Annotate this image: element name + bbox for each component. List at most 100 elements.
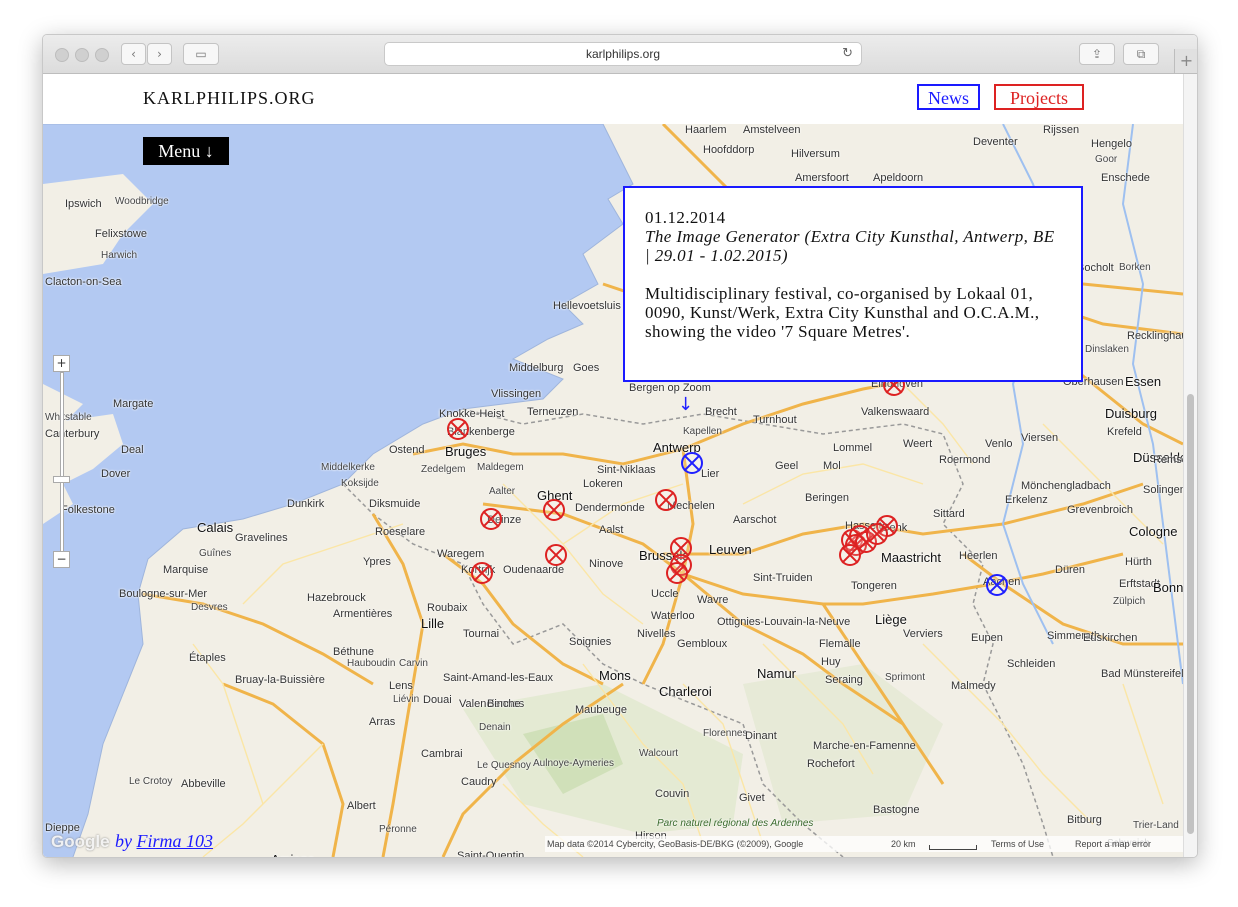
- map-label: Ypres: [363, 556, 391, 568]
- site-title[interactable]: KARLPHILIPS.ORG: [143, 88, 316, 109]
- map-label: Albert: [347, 800, 376, 812]
- zoom-out-button[interactable]: −: [53, 551, 70, 568]
- back-icon[interactable]: ‹: [121, 43, 146, 65]
- sidebar-icon[interactable]: ▭: [183, 43, 219, 65]
- map-label: Sint-Truiden: [753, 572, 813, 584]
- map-label: Saint-Quentin: [457, 850, 525, 857]
- map-label: Arras: [369, 716, 396, 728]
- map-label: Vlissingen: [491, 388, 542, 400]
- close-window-button[interactable]: [55, 48, 69, 62]
- project-marker-icon[interactable]: [666, 562, 688, 584]
- news-marker-icon[interactable]: [986, 574, 1008, 596]
- address-bar[interactable]: karlphilips.org ↻: [384, 42, 862, 66]
- map-label: Maubeuge: [575, 704, 627, 716]
- map-label: Malmedy: [951, 680, 996, 692]
- project-marker-icon[interactable]: [447, 418, 469, 440]
- url-text: karlphilips.org: [585, 47, 661, 61]
- map-label: Roermond: [939, 454, 991, 466]
- map-label: Whitstable: [45, 412, 92, 423]
- map-label: Euskirchen: [1083, 632, 1138, 644]
- scrollbar-thumb[interactable]: [1187, 394, 1194, 834]
- popup-title[interactable]: The Image Generator (Extra City Kunsthal…: [645, 227, 1061, 265]
- map-label: Hauboudin: [347, 658, 396, 669]
- map-label: Maastricht: [881, 550, 941, 565]
- map-label: Aalst: [599, 524, 624, 536]
- map-label: Soignies: [569, 636, 612, 648]
- project-marker-icon[interactable]: [543, 499, 565, 521]
- map-label: Sittard: [933, 508, 965, 520]
- map-label: Walcourt: [639, 748, 679, 759]
- news-popup[interactable]: 01.12.2014 The Image Generator (Extra Ci…: [623, 186, 1083, 382]
- terms-of-use-link[interactable]: Terms of Use: [991, 836, 1044, 852]
- news-marker-icon[interactable]: [681, 452, 703, 474]
- map-label: Binche: [487, 698, 521, 710]
- map-label: Calais: [197, 520, 234, 535]
- map-label: Weert: [903, 438, 933, 450]
- map-label: Lille: [421, 616, 445, 631]
- map-label: Hengelo: [1091, 138, 1132, 150]
- map-label: Valkenswaard: [861, 406, 930, 418]
- map-label: Heerlen: [959, 550, 998, 562]
- map-label: Trier-Land: [1133, 820, 1179, 831]
- map-label: Liège: [875, 612, 907, 627]
- browser-toolbar: ‹ › ▭ karlphilips.org ↻ ⇪ ⧉ +: [43, 35, 1197, 74]
- map-label: Charleroi: [659, 684, 712, 699]
- map-label: Sint-Niklaas: [597, 464, 656, 476]
- project-marker-icon[interactable]: [866, 523, 888, 545]
- map-label: Maldegem: [477, 462, 524, 473]
- map-label: Hoofddorp: [703, 144, 755, 156]
- browser-window: ‹ › ▭ karlphilips.org ↻ ⇪ ⧉ + KARLPHILIP…: [42, 34, 1198, 858]
- forward-icon[interactable]: ›: [147, 43, 172, 65]
- map-label: Aalter: [489, 486, 516, 497]
- zoom-in-button[interactable]: +: [53, 355, 70, 372]
- report-map-error-link[interactable]: Report a map error: [1075, 836, 1151, 852]
- map-label: Ottignies-Louvain-la-Neuve: [717, 616, 851, 628]
- map-label: Seraing: [825, 674, 863, 686]
- tabs-overview-icon[interactable]: ⧉: [1123, 43, 1159, 65]
- map-label: Huy: [821, 656, 841, 668]
- map-label: Uccle: [651, 588, 679, 600]
- zoom-slider-track[interactable]: [60, 372, 64, 559]
- reload-icon[interactable]: ↻: [842, 43, 853, 65]
- map-label: Clacton-on-Sea: [45, 276, 122, 288]
- map-label: Caudry: [461, 776, 497, 788]
- nav-projects-button[interactable]: Projects: [994, 84, 1084, 110]
- map-label: Folkestone: [61, 504, 115, 516]
- map-label: Armentières: [333, 608, 393, 620]
- map-label: Enschede: [1101, 172, 1150, 184]
- minimize-window-button[interactable]: [75, 48, 89, 62]
- project-marker-icon[interactable]: [839, 544, 861, 566]
- map-label: Tongeren: [851, 580, 897, 592]
- project-marker-icon[interactable]: [655, 489, 677, 511]
- map-label: Ipswich: [65, 198, 102, 210]
- map-label: Rijssen: [1043, 124, 1080, 136]
- map-label: Terneuzen: [527, 406, 579, 418]
- zoom-window-button[interactable]: [95, 48, 109, 62]
- project-marker-icon[interactable]: [545, 544, 567, 566]
- map-label: Couvin: [655, 788, 690, 800]
- project-marker-icon[interactable]: [480, 508, 502, 530]
- project-marker-icon[interactable]: [471, 562, 493, 584]
- map-label: Aarschot: [733, 514, 777, 526]
- menu-button[interactable]: Menu ↓: [143, 137, 229, 165]
- zoom-slider-handle[interactable]: [53, 476, 70, 483]
- map-label: Brecht: [705, 406, 737, 418]
- map-label: Saint-Amand-les-Eaux: [443, 672, 554, 684]
- map-label: Lier: [701, 468, 720, 480]
- map-label: Denain: [479, 722, 511, 733]
- share-icon[interactable]: ⇪: [1079, 43, 1115, 65]
- web-page: KARLPHILIPS.ORG News Projects Haarlem Am…: [43, 74, 1183, 857]
- new-tab-button[interactable]: +: [1174, 49, 1197, 73]
- nav-news-button[interactable]: News: [917, 84, 980, 110]
- map-label: Mol: [823, 460, 841, 472]
- map-label: Leuven: [709, 542, 752, 557]
- map-label: Givet: [739, 792, 765, 804]
- firma-103-link[interactable]: Firma 103: [137, 831, 214, 851]
- page-scrollbar[interactable]: [1183, 74, 1197, 857]
- map-label: Margate: [113, 398, 154, 410]
- map-label: Étaples: [189, 652, 226, 664]
- map-attribution-bar: Map data ©2014 Cybercity, GeoBasis-DE/BK…: [545, 836, 1183, 852]
- map-label: Middelkerke: [321, 462, 375, 473]
- map-label: Remscheid: [1153, 454, 1183, 466]
- map-label: Haarlem: [685, 124, 727, 136]
